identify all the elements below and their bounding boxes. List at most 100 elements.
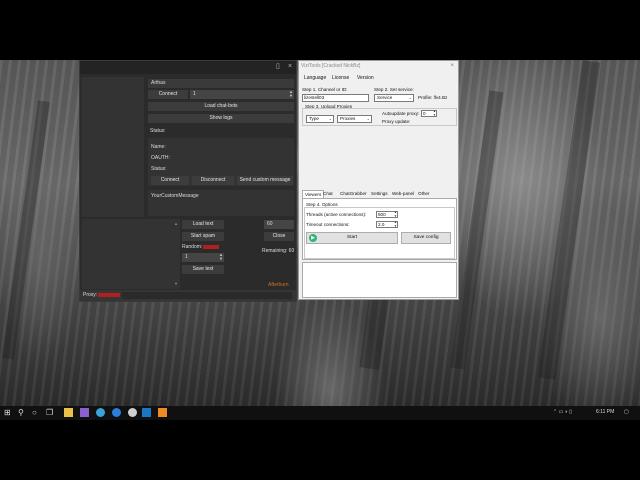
spinner-icon[interactable]: ▲ ▼ [394, 210, 397, 218]
tab-settings[interactable]: Settings [369, 190, 390, 198]
proxy-type-select[interactable]: Type ⌄ [306, 115, 334, 123]
bot-status-label: Status: [151, 166, 167, 172]
spinner-icon[interactable]: ▲ ▼ [219, 253, 223, 261]
chrome-icon[interactable] [96, 408, 105, 417]
step1-label: Step 1. Channel or ID: [302, 87, 348, 92]
random-label-text: Random: [182, 244, 203, 250]
remaining-label: Remaining: 60 [262, 248, 295, 254]
save-text-button[interactable]: Save text [182, 265, 224, 274]
tab-chat[interactable]: Chat [321, 190, 335, 198]
window-title: ViziTools [Cracked NickBz] [301, 63, 361, 69]
bot-window-titlebar[interactable]: ▯ × [80, 61, 296, 74]
screen: ▯ × Arthas Connect 1 ▲ ▼ Load chat-bots S… [0, 0, 640, 480]
connect-button[interactable]: Connect [151, 176, 189, 185]
tray-icons[interactable]: ⌃ ▭ ◗ ▯ [553, 409, 572, 415]
proxy-update-label: Proxy update: [382, 119, 411, 124]
name-label: Name: [151, 144, 166, 150]
bot-list-panel[interactable] [82, 77, 144, 217]
start-spam-button[interactable]: Start spam [182, 232, 224, 241]
channel-input[interactable]: lizestell03 [302, 94, 369, 102]
footer-tag: Afterburn [268, 282, 289, 288]
close-icon[interactable]: × [450, 63, 454, 69]
profile-label: Profile: lfv4.Bz [418, 95, 448, 100]
viewers-tab-panel: Step 4. Options Threads (active connecti… [302, 198, 457, 260]
proxy-label-text: Proxy: [83, 292, 98, 298]
spinner-icon[interactable]: ▲ ▼ [433, 109, 436, 117]
menu-language[interactable]: Language [304, 75, 326, 81]
chevron-down-icon: ⌄ [328, 116, 332, 121]
autoupdate-input[interactable]: 0 ▲ ▼ [421, 109, 437, 117]
app-icon[interactable] [158, 408, 167, 417]
scroll-down-icon[interactable]: ▼ [174, 281, 178, 286]
settings-icon[interactable] [128, 408, 137, 417]
service-value: Service [377, 95, 393, 100]
task-view-icon[interactable]: ❐ [46, 408, 53, 418]
random-value: 1 [185, 254, 188, 260]
start-button[interactable]: ▶ Start [306, 232, 398, 244]
menu-version[interactable]: Version [357, 75, 374, 81]
proxy-type-value: Type [309, 116, 319, 121]
proxy-label: Proxy: [83, 292, 121, 298]
autoupdate-value: 0 [423, 111, 426, 116]
send-custom-message-button[interactable]: Send custom message [237, 176, 293, 185]
edge-icon[interactable] [112, 408, 121, 417]
status-label: Status: [150, 128, 166, 134]
config-window: ViziTools [Cracked NickBz] × Language Li… [298, 60, 459, 300]
cortana-icon[interactable]: ○ [32, 408, 37, 418]
menu-license[interactable]: License [332, 75, 349, 81]
timeout-input[interactable]: 2.0 ▲ ▼ [376, 220, 398, 228]
tab-other[interactable]: Other [416, 190, 432, 198]
chevron-down-icon: ⌄ [408, 95, 412, 100]
scroll-up-icon[interactable]: ▲ [174, 221, 178, 226]
oauth-label: OAUTH: [151, 155, 170, 161]
save-config-button[interactable]: Save config [401, 232, 451, 244]
delay-input[interactable]: 60 [264, 220, 294, 229]
close-icon[interactable]: × [288, 63, 292, 71]
clock[interactable]: 6:11 PM [596, 409, 614, 415]
load-chatbots-button[interactable]: Load chat-bots [148, 102, 294, 111]
threads-label: Threads (active connections): [306, 212, 367, 217]
redacted-bar [98, 292, 121, 297]
channel-field[interactable]: Arthas [148, 79, 294, 88]
visual-studio-icon[interactable] [80, 408, 89, 417]
timeout-value: 2.0 [378, 222, 385, 227]
chat-bot-window: ▯ × Arthas Connect 1 ▲ ▼ Load chat-bots S… [79, 60, 297, 302]
play-icon: ▶ [309, 234, 317, 242]
bot-info-panel: Name: OAUTH: Status: Connect Disconnect … [148, 138, 294, 186]
show-logs-button[interactable]: Show logs [148, 114, 294, 123]
text-list-panel[interactable]: ▲ ▼ [82, 219, 180, 289]
proxy-progress [122, 292, 292, 299]
custom-message-placeholder: YourCustomMessage [151, 193, 199, 199]
notification-icon[interactable]: ▢ [624, 409, 629, 415]
taskbar: ⊞ ⚲ ○ ❐ ⌃ ▭ ◗ ▯ 6:11 PM ▢ [0, 406, 640, 420]
start-label: Start [346, 235, 358, 240]
spinner-icon[interactable]: ▲ ▼ [394, 220, 397, 228]
proxies-value: Proxies [340, 116, 356, 121]
pin-icon[interactable]: ▯ [276, 63, 280, 71]
custom-message-input[interactable]: YourCustomMessage [148, 190, 294, 216]
proxies-select[interactable]: Proxies ⌄ [337, 115, 372, 123]
redacted-bar [203, 244, 220, 249]
tab-chatgrabber[interactable]: ChatGrabber [338, 190, 369, 198]
threads-input[interactable]: 500 ▲ ▼ [376, 210, 398, 218]
proxy-bar: Proxy: [80, 290, 296, 301]
random-label: Random: [182, 244, 220, 250]
connect-count-value: 1 [193, 91, 196, 97]
log-output[interactable] [302, 262, 457, 298]
connect-count-input[interactable]: 1 ▲ ▼ [190, 90, 294, 99]
service-select[interactable]: Service ⌄ [374, 94, 414, 102]
disconnect-button[interactable]: Disconnect [192, 176, 234, 185]
load-text-button[interactable]: Load text [182, 220, 224, 229]
spinner-icon[interactable]: ▲ ▼ [289, 90, 293, 98]
windows-logo-icon[interactable]: ⊞ [4, 408, 11, 418]
step2-label: Step 2. Set service: [374, 87, 414, 92]
chevron-down-icon: ⌄ [366, 116, 370, 121]
search-icon[interactable]: ⚲ [18, 408, 24, 418]
app-active-icon[interactable] [142, 408, 151, 417]
file-explorer-icon[interactable] [64, 408, 73, 417]
connect-bots-button[interactable]: Connect [148, 90, 188, 99]
tab-web-panel[interactable]: Web-panel [390, 190, 416, 198]
threads-value: 500 [378, 212, 386, 217]
random-input[interactable]: 1 ▲ ▼ [182, 253, 224, 262]
close-button[interactable]: Close [264, 232, 294, 241]
